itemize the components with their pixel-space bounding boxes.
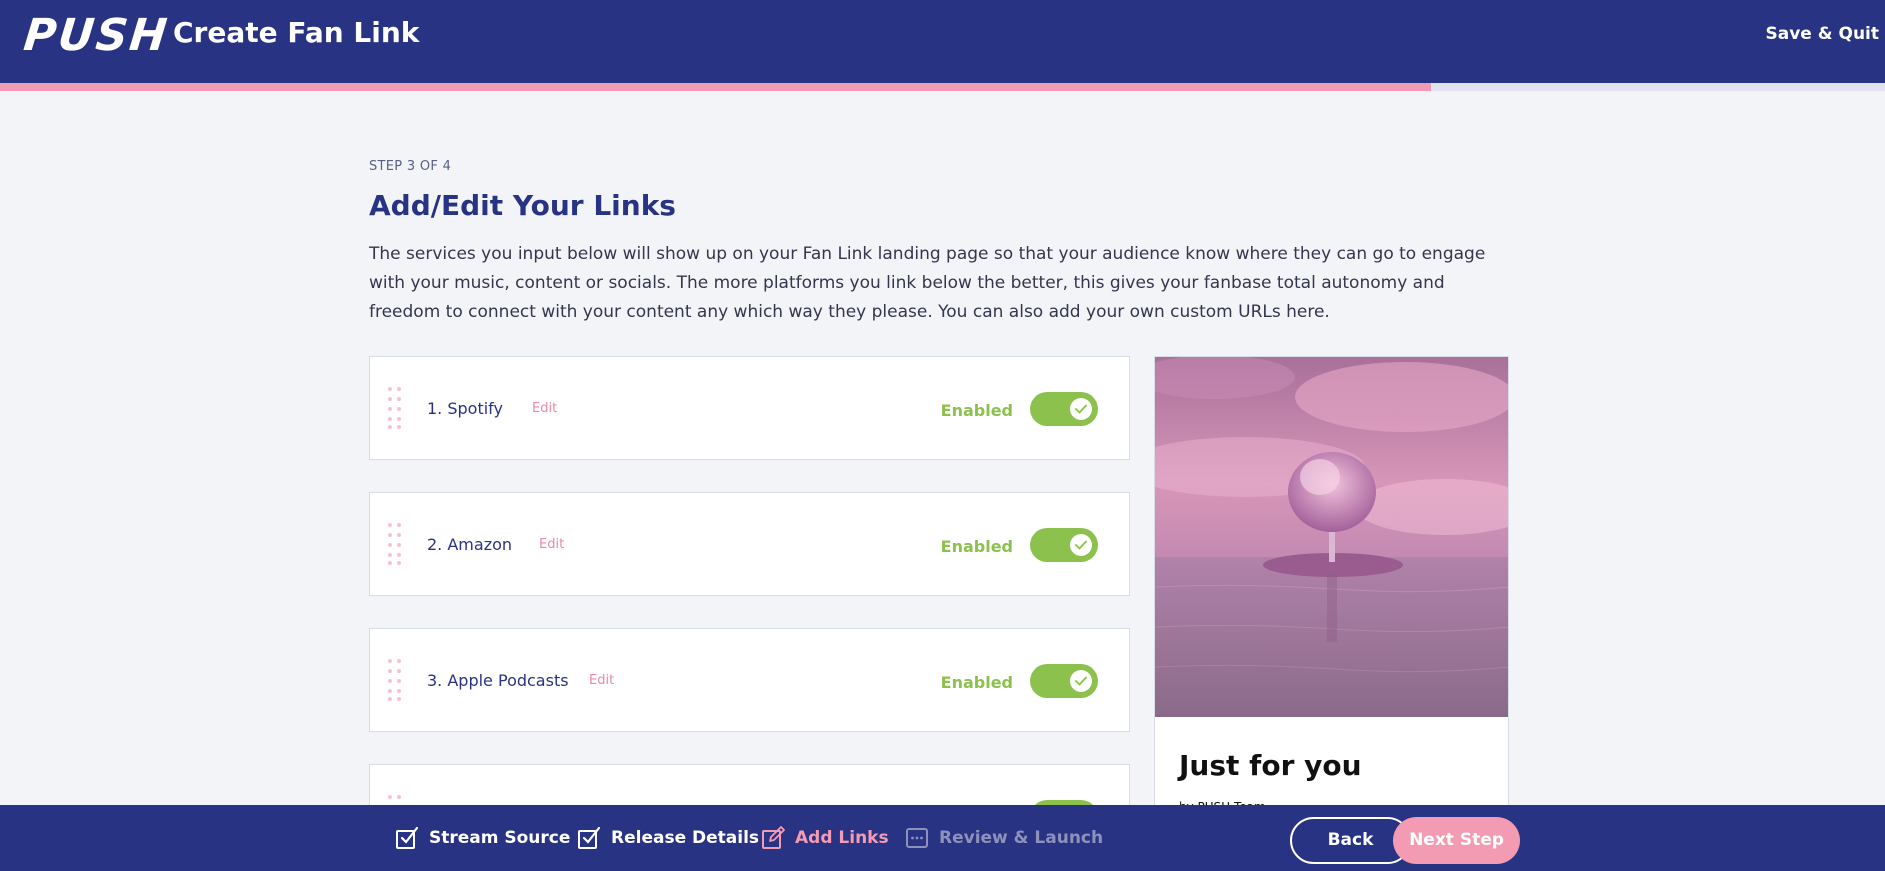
link-card-amazon: 2. Amazon Edit Enabled: [369, 492, 1130, 596]
pencil-edit-icon: [762, 826, 785, 849]
link-card-apple-podcasts: 3. Apple Podcasts Edit Enabled: [369, 628, 1130, 732]
link-status-label: Enabled: [940, 673, 1013, 692]
dotted-box-icon: [906, 828, 928, 848]
nav-step-label: Stream Source: [429, 828, 571, 848]
preview-title: Just for you: [1179, 749, 1362, 782]
enable-toggle[interactable]: [1030, 528, 1098, 562]
nav-step-release-details[interactable]: Release Details: [577, 823, 759, 853]
save-and-quit-button[interactable]: Save & Quit: [1766, 24, 1880, 44]
check-icon: [1070, 534, 1092, 556]
edit-link-button[interactable]: Edit: [539, 537, 564, 552]
progress-bar: [0, 83, 1885, 91]
link-status-label: Enabled: [940, 401, 1013, 420]
cover-art-image: [1155, 357, 1508, 717]
check-icon: [1070, 670, 1092, 692]
fan-link-preview-card: Just for you by PUSH Team: [1154, 356, 1509, 816]
nav-step-label: Review & Launch: [939, 828, 1104, 848]
link-name: 2. Amazon: [427, 535, 513, 554]
nav-step-add-links[interactable]: Add Links: [761, 823, 889, 853]
push-logo[interactable]: PUSH: [21, 10, 171, 61]
drag-handle-icon[interactable]: [388, 523, 402, 565]
progress-bar-fill: [0, 83, 1431, 91]
link-name: 1. Spotify: [427, 399, 503, 418]
page-title: Add/Edit Your Links: [369, 189, 676, 222]
enable-toggle[interactable]: [1030, 392, 1098, 426]
nav-step-label: Release Details: [611, 828, 760, 848]
link-name: 3. Apple Podcasts: [427, 671, 569, 690]
edit-link-button[interactable]: Edit: [589, 673, 614, 688]
checkbox-checked-icon: [396, 826, 419, 849]
edit-link-button[interactable]: Edit: [532, 401, 557, 416]
checkbox-checked-icon: [578, 826, 601, 849]
top-header: PUSH Create Fan Link Save & Quit: [0, 0, 1885, 83]
enable-toggle[interactable]: [1030, 664, 1098, 698]
step-indicator: STEP 3 OF 4: [369, 159, 452, 174]
drag-handle-icon[interactable]: [388, 387, 402, 429]
check-icon: [1070, 398, 1092, 420]
next-step-button[interactable]: Next Step: [1393, 817, 1520, 864]
drag-handle-icon[interactable]: [388, 659, 402, 701]
page-header-title: Create Fan Link: [173, 16, 420, 49]
link-status-label: Enabled: [940, 537, 1013, 556]
nav-step-label: Add Links: [795, 828, 889, 848]
link-card-spotify: 1. Spotify Edit Enabled: [369, 356, 1130, 460]
nav-step-review-launch[interactable]: Review & Launch: [905, 823, 1103, 853]
bottom-navigation-bar: Stream Source Release Details Add Links …: [0, 805, 1885, 871]
nav-step-stream-source[interactable]: Stream Source: [395, 823, 570, 853]
page-description: The services you input below will show u…: [369, 244, 1486, 322]
